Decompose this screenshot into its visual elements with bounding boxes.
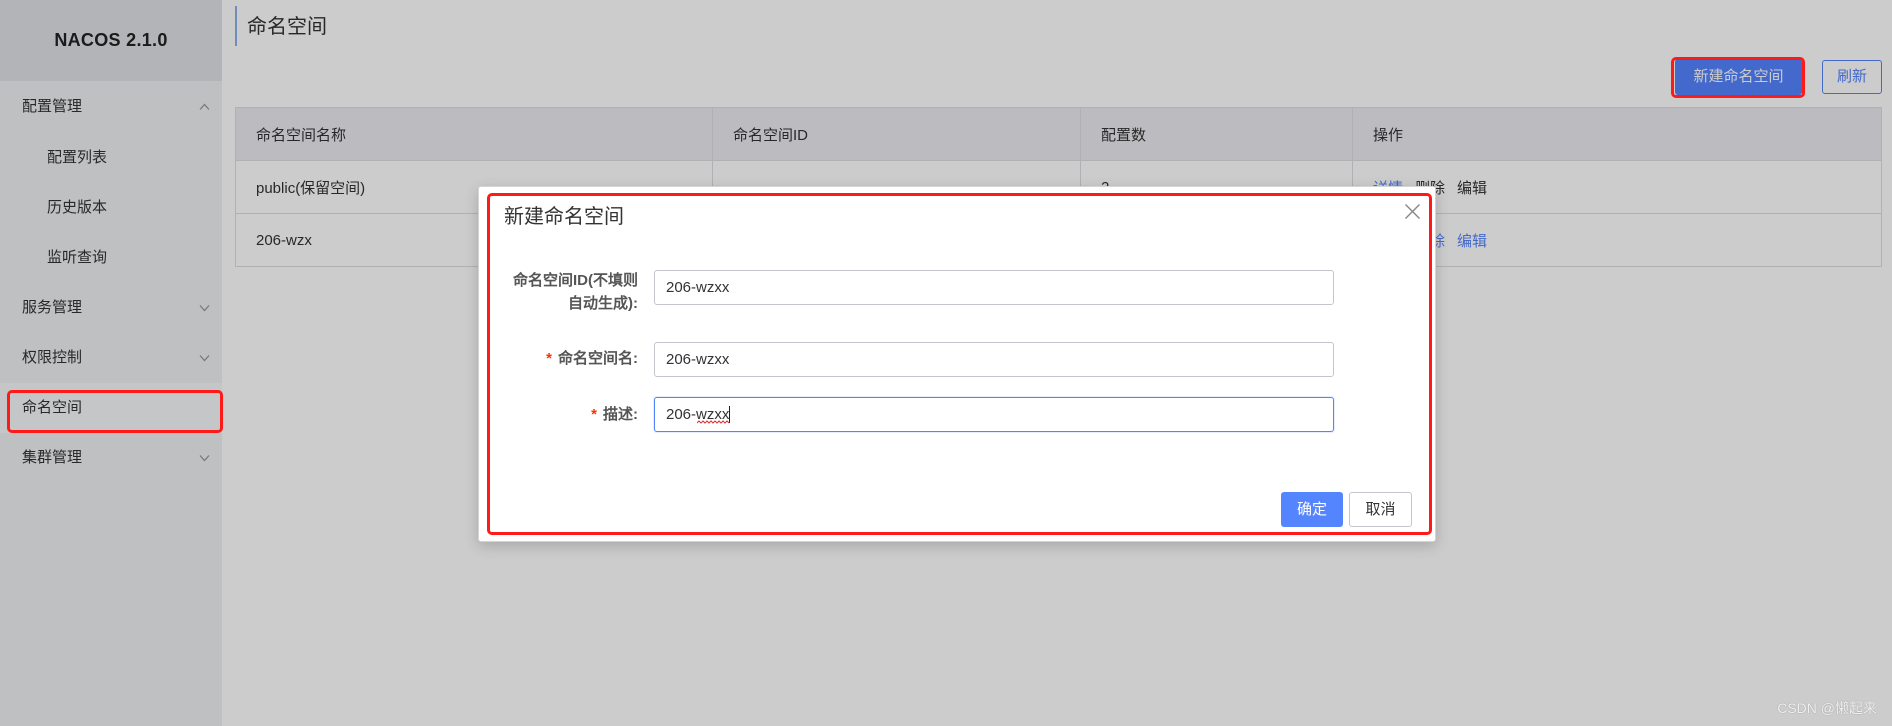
- watermark: CSDN @懒起来: [1777, 700, 1877, 716]
- annotation-box: [1671, 57, 1805, 98]
- nacos-console: NACOS 2.1.0 配置管理 配置列表 历史版本 监听查询 服务管理 权限控…: [0, 0, 1892, 726]
- annotation-box: [487, 193, 1432, 535]
- annotation-box: [7, 390, 223, 433]
